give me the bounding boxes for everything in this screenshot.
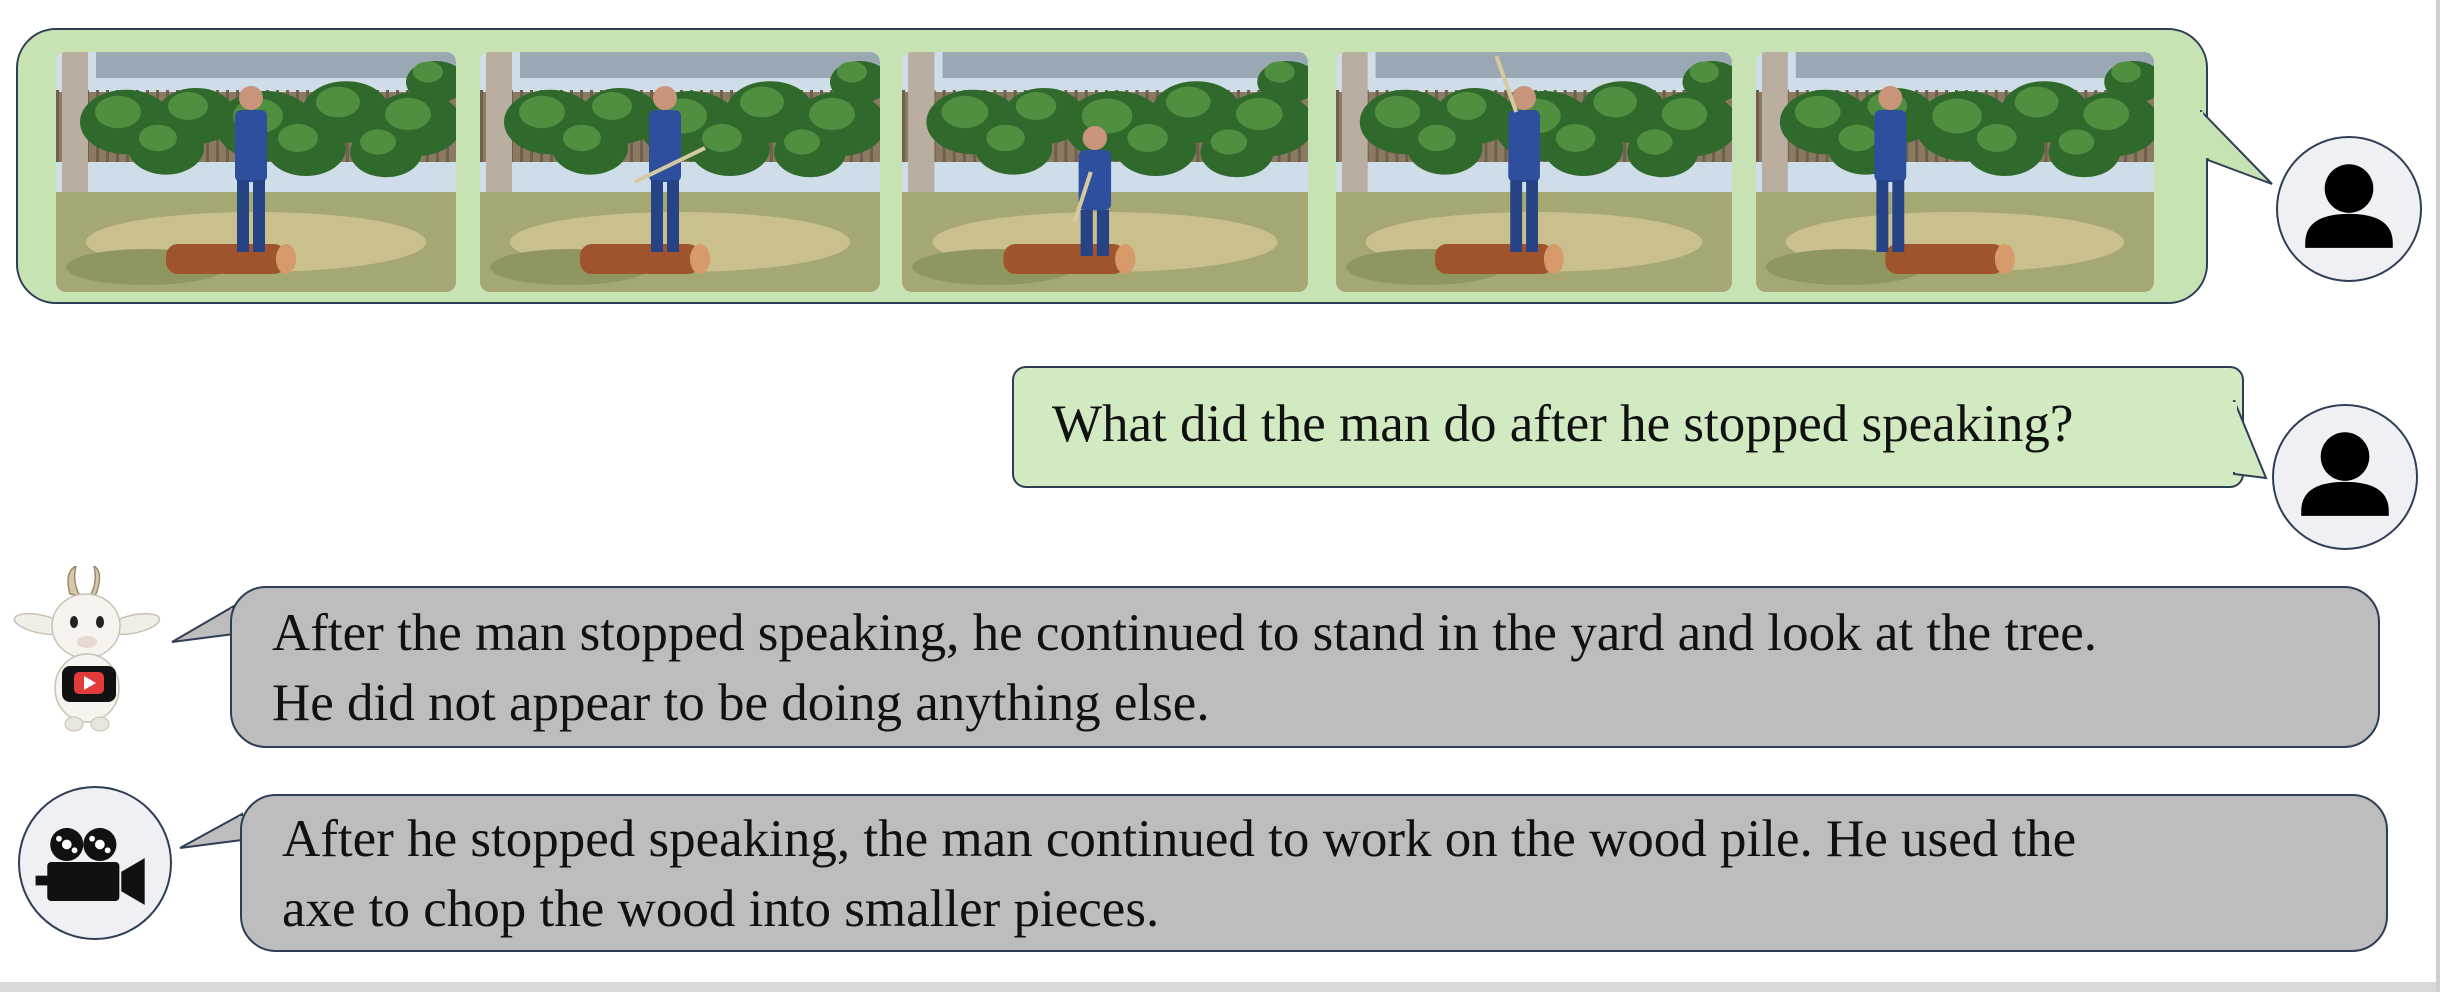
bottom-divider <box>0 982 2440 992</box>
assistant-answer-bubble: After the man stopped speaking, he conti… <box>230 586 2380 748</box>
video-bubble-tail <box>2200 110 2273 185</box>
person-icon <box>2301 432 2389 516</box>
answer-line-2: axe to chop the wood into smaller pieces… <box>282 880 1160 938</box>
answer-line-1: After he stopped speaking, the man conti… <box>282 810 2077 868</box>
answer2-bubble-tail <box>179 812 244 849</box>
goat-mascot-icon <box>13 566 161 732</box>
camera-avatar <box>18 786 172 940</box>
film-camera-icon <box>35 827 145 905</box>
user-avatar <box>2272 404 2418 550</box>
answer-line-2: He did not appear to be doing anything e… <box>272 674 1210 732</box>
user-avatar <box>2276 136 2422 282</box>
video-frame-thumbnail <box>1336 52 1732 292</box>
assistant-answer-bubble: After he stopped speaking, the man conti… <box>240 794 2388 952</box>
right-divider <box>2436 0 2440 992</box>
video-frame-thumbnail <box>480 52 880 292</box>
video-frame-thumbnail <box>56 52 456 292</box>
user-question-bubble: What did the man do after he stopped spe… <box>1012 366 2244 488</box>
answer-line-1: After the man stopped speaking, he conti… <box>272 604 2098 662</box>
question-text: What did the man do after he stopped spe… <box>1052 395 2074 453</box>
video-frame-thumbnail <box>902 52 1308 292</box>
person-icon <box>2305 164 2393 248</box>
video-frame-thumbnail <box>1756 52 2154 292</box>
answer1-bubble-tail <box>171 604 236 643</box>
